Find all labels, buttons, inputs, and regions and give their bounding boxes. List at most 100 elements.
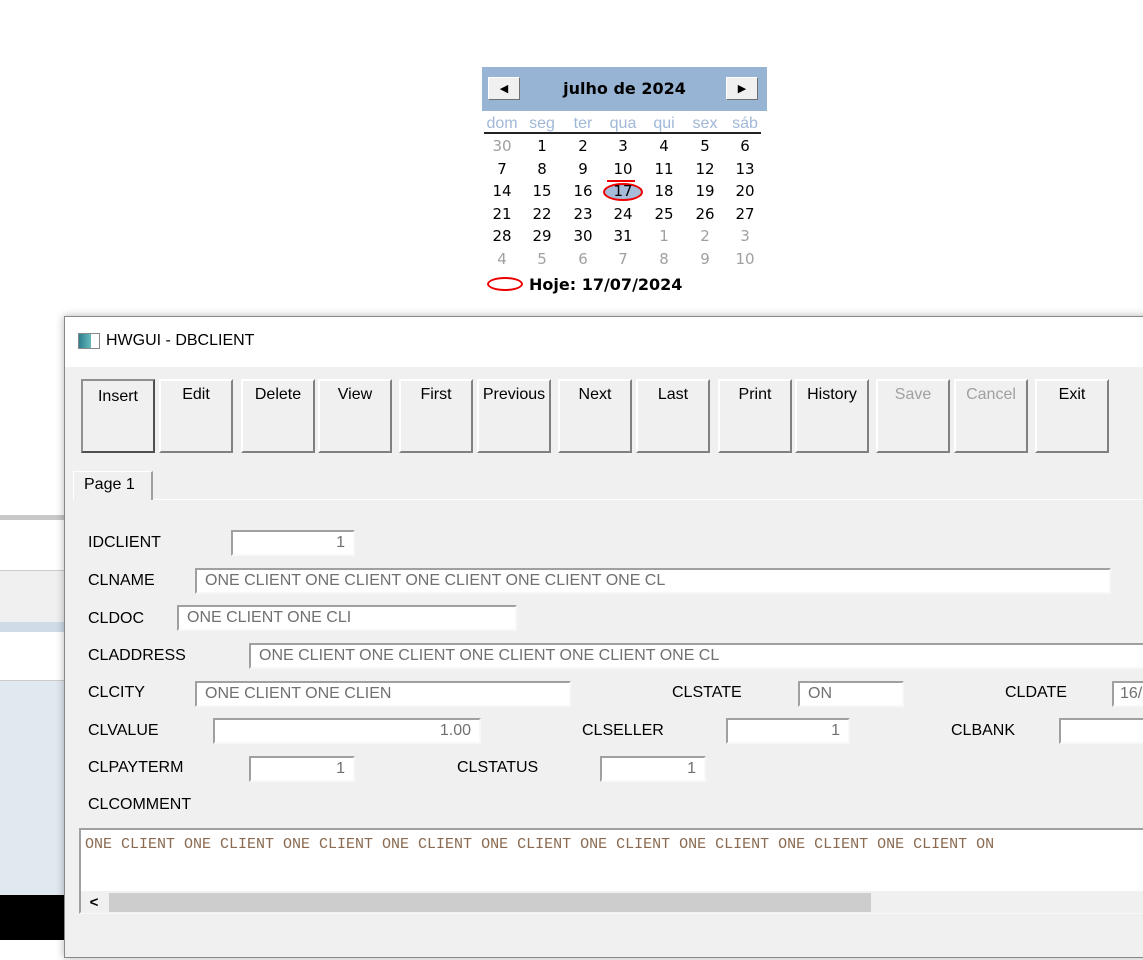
calendar-day[interactable]: 4 <box>644 137 684 155</box>
calendar-day[interactable]: 12 <box>685 160 725 178</box>
calendar-day[interactable]: 11 <box>644 160 684 178</box>
weekday-sáb: sáb <box>732 115 758 132</box>
dbclient-window: HWGUI - DBCLIENT Insert Edit Delete View Fir… <box>64 316 1143 958</box>
calendar-day[interactable]: 8 <box>522 160 562 178</box>
clstatus-input[interactable]: 1 <box>600 756 706 782</box>
calendar-day[interactable]: 16 <box>563 182 603 200</box>
calendar-divider <box>484 132 761 134</box>
last-button[interactable]: Last <box>636 379 710 453</box>
calendar-day-other-month[interactable]: 1 <box>644 227 684 245</box>
clname-label: CLNAME <box>88 572 155 589</box>
calendar-day[interactable]: 30 <box>563 227 603 245</box>
calendar-day[interactable]: 9 <box>563 160 603 178</box>
insert-button[interactable]: Insert <box>81 379 155 453</box>
today-circle-icon <box>487 277 523 291</box>
calendar-day[interactable]: 24 <box>603 205 643 223</box>
calendar-day[interactable]: 19 <box>685 182 725 200</box>
calendar-day[interactable]: 21 <box>482 205 522 223</box>
clseller-label: CLSELLER <box>582 722 664 739</box>
calendar-day-other-month[interactable]: 9 <box>685 250 725 268</box>
background-window-border <box>0 515 70 520</box>
calendar-day[interactable]: 22 <box>522 205 562 223</box>
cldoc-input[interactable]: ONE CLIENT ONE CLI <box>177 605 517 631</box>
idclient-input[interactable]: 1 <box>231 530 355 556</box>
calendar-day-other-month[interactable]: 7 <box>603 250 643 268</box>
scrollbar-thumb[interactable] <box>109 893 871 912</box>
calendar-day[interactable]: 26 <box>685 205 725 223</box>
calendar-header: ◀ julho de 2024 ▶ <box>482 67 767 111</box>
calendar-day[interactable]: 1 <box>522 137 562 155</box>
today-link[interactable]: Hoje: 17/07/2024 <box>529 275 682 294</box>
clbank-label: CLBANK <box>951 722 1016 739</box>
weekday-qui: qui <box>653 115 675 132</box>
horizontal-scrollbar[interactable]: < <box>81 891 1143 913</box>
calendar-day[interactable]: 14 <box>482 182 522 200</box>
calendar-day-other-month[interactable]: 6 <box>563 250 603 268</box>
clseller-input[interactable]: 1 <box>726 718 850 744</box>
exit-button[interactable]: Exit <box>1035 379 1109 453</box>
calendar-day[interactable]: 27 <box>725 205 765 223</box>
claddress-input[interactable]: ONE CLIENT ONE CLIENT ONE CLIENT ONE CLI… <box>249 643 1143 669</box>
calendar-day-other-month[interactable]: 30 <box>482 137 522 155</box>
calendar-day[interactable]: 28 <box>482 227 522 245</box>
calendar-day-other-month[interactable]: 4 <box>482 250 522 268</box>
delete-button[interactable]: Delete <box>241 379 315 453</box>
clcomment-textarea[interactable]: ONE CLIENT ONE CLIENT ONE CLIENT ONE CLI… <box>79 828 1143 914</box>
background-taskbar <box>0 895 70 940</box>
calendar-day[interactable]: 7 <box>482 160 522 178</box>
clvalue-label: CLVALUE <box>88 722 159 739</box>
print-button[interactable]: Print <box>718 379 792 453</box>
cldate-label: CLDATE <box>1005 684 1067 701</box>
calendar-day-other-month[interactable]: 10 <box>725 250 765 268</box>
cldoc-label: CLDOC <box>88 610 145 627</box>
next-month-button[interactable]: ▶ <box>726 77 758 100</box>
calendar-day[interactable]: 20 <box>725 182 765 200</box>
scroll-left-button[interactable]: < <box>81 891 107 913</box>
clcomment-text[interactable]: ONE CLIENT ONE CLIENT ONE CLIENT ONE CLI… <box>85 836 994 853</box>
save-button[interactable]: Save <box>876 379 950 453</box>
calendar-day-other-month[interactable]: 5 <box>522 250 562 268</box>
history-button[interactable]: History <box>795 379 869 453</box>
clname-input[interactable]: ONE CLIENT ONE CLIENT ONE CLIENT ONE CLI… <box>195 568 1111 594</box>
clvalue-input[interactable]: 1.00 <box>213 718 481 744</box>
background-window-strip <box>0 622 70 632</box>
calendar-day[interactable]: 31 <box>603 227 643 245</box>
calendar-day[interactable]: 10 <box>603 160 643 178</box>
calendar-day[interactable]: 18 <box>644 182 684 200</box>
first-button[interactable]: First <box>399 379 473 453</box>
calendar-day[interactable]: 29 <box>522 227 562 245</box>
calendar-day[interactable]: 13 <box>725 160 765 178</box>
clcomment-label: CLCOMMENT <box>88 796 192 813</box>
calendar-day-other-month[interactable]: 3 <box>725 227 765 245</box>
cancel-button[interactable]: Cancel <box>954 379 1028 453</box>
weekday-sex: sex <box>692 115 718 132</box>
title-bar: HWGUI - DBCLIENT <box>65 317 1143 367</box>
calendar-day-other-month[interactable]: 2 <box>685 227 725 245</box>
next-button[interactable]: Next <box>558 379 632 453</box>
view-button[interactable]: View <box>318 379 392 453</box>
clpayterm-label: CLPAYTERM <box>88 759 184 776</box>
calendar-day[interactable]: 25 <box>644 205 684 223</box>
weekday-seg: seg <box>529 115 555 132</box>
calendar-day[interactable]: 23 <box>563 205 603 223</box>
previous-button[interactable]: Previous <box>477 379 551 453</box>
clstate-input[interactable]: ON <box>798 681 904 707</box>
calendar-day[interactable]: 17 <box>603 182 643 200</box>
clstate-label: CLSTATE <box>672 684 742 701</box>
calendar-day-other-month[interactable]: 8 <box>644 250 684 268</box>
cldate-input[interactable]: 16/ <box>1112 681 1143 707</box>
idclient-label: IDCLIENT <box>88 534 161 551</box>
window-title: HWGUI - DBCLIENT <box>106 332 255 349</box>
calendar-day[interactable]: 15 <box>522 182 562 200</box>
calendar-day[interactable]: 6 <box>725 137 765 155</box>
calendar-day[interactable]: 3 <box>603 137 643 155</box>
tab-page-1[interactable]: Page 1 <box>73 471 153 500</box>
background-window-content <box>0 680 70 896</box>
calendar-day[interactable]: 5 <box>685 137 725 155</box>
calendar-day[interactable]: 2 <box>563 137 603 155</box>
weekday-qua: qua <box>609 115 637 132</box>
clcity-input[interactable]: ONE CLIENT ONE CLIEN <box>195 681 571 707</box>
edit-button[interactable]: Edit <box>159 379 233 453</box>
clbank-input[interactable] <box>1059 718 1143 744</box>
clpayterm-input[interactable]: 1 <box>249 756 355 782</box>
